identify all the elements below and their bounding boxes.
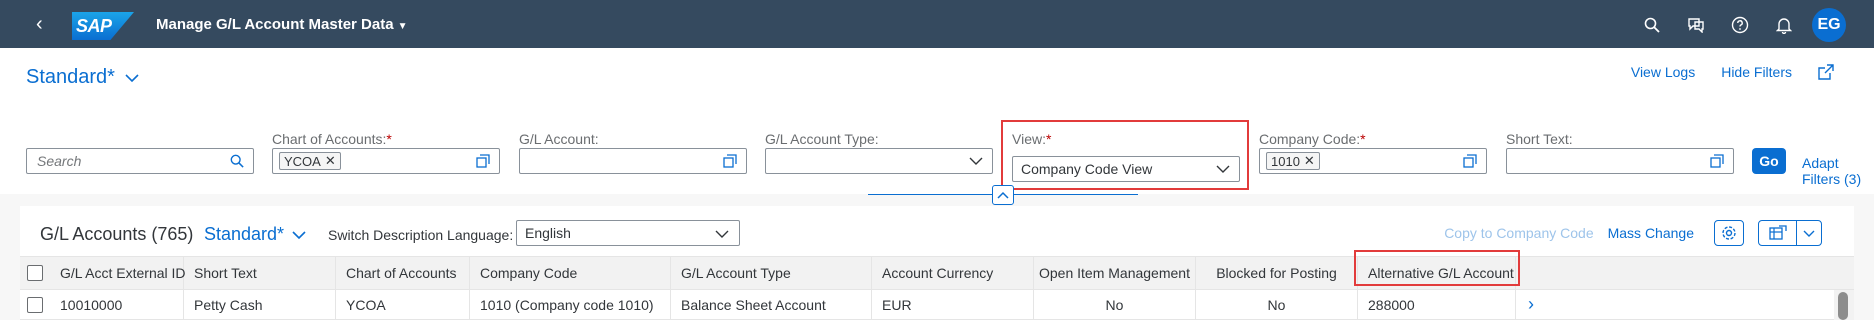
chevron-down-icon[interactable] (1215, 161, 1231, 177)
column-header[interactable]: Company Code (470, 257, 671, 289)
search-icon[interactable] (1630, 9, 1674, 41)
gl-account-type-label: G/L Account Type: (765, 131, 879, 147)
gl-account-type-select[interactable] (765, 148, 993, 174)
copy-to-company-code-button[interactable]: Copy to Company Code (1444, 225, 1593, 241)
short-text-field[interactable] (1506, 148, 1734, 174)
cell-currency: EUR (872, 290, 1034, 319)
shell-bar: ‹ SAP Manage G/L Account Master Data ▼ EG (0, 0, 1874, 48)
search-input[interactable]: Search (26, 148, 254, 174)
column-header[interactable]: G/L Account Type (671, 257, 872, 289)
table-toolbar-actions: Copy to Company Code Mass Change (1444, 220, 1854, 246)
column-header[interactable]: Short Text (184, 257, 336, 289)
adapt-filters-button[interactable]: Adapt Filters (3) (1802, 155, 1874, 187)
row-navigation-icon[interactable]: › (1516, 290, 1546, 319)
feedback-icon[interactable] (1674, 9, 1718, 41)
app-title-menu[interactable]: Manage G/L Account Master Data ▼ (156, 16, 407, 33)
cell-company-code: 1010 (Company code 1010) (470, 290, 671, 319)
hide-filters-link[interactable]: Hide Filters (1721, 64, 1792, 80)
switch-language-label: Switch Description Language: (328, 227, 514, 243)
chart-of-accounts-field[interactable]: YCOA ✕ (272, 148, 500, 174)
value-help-icon[interactable] (1462, 153, 1478, 169)
table-header-row: G/L Acct External ID Short Text Chart of… (20, 256, 1854, 290)
chart-of-accounts-token[interactable]: YCOA ✕ (279, 152, 341, 170)
column-header[interactable]: G/L Acct External ID (50, 257, 186, 289)
cell-gl-acct-id: 10010000 (50, 290, 184, 319)
chevron-up-icon (997, 191, 1009, 199)
chevron-down-icon[interactable] (968, 153, 984, 169)
cell-chart-of-accounts: YCOA (336, 290, 470, 319)
cell-account-type: Balance Sheet Account (671, 290, 872, 319)
view-label: View:* (1012, 131, 1052, 147)
language-select[interactable]: English (516, 220, 740, 246)
short-text-label: Short Text: (1506, 131, 1573, 147)
value-help-icon[interactable] (722, 153, 738, 169)
gear-icon (1722, 226, 1736, 240)
cell-short-text: Petty Cash (184, 290, 336, 319)
gl-accounts-table: G/L Accounts (765) Standard* Switch Desc… (20, 206, 1854, 320)
column-header[interactable]: Chart of Accounts (336, 257, 470, 289)
remove-token-icon[interactable]: ✕ (325, 153, 336, 169)
table-variant-selector[interactable]: Standard* (204, 224, 306, 245)
remove-token-icon[interactable]: ✕ (1304, 153, 1315, 169)
export-icon[interactable] (1759, 221, 1797, 245)
variant-selector[interactable]: Standard* (26, 66, 139, 89)
cell-blocked-for-posting: No (1196, 290, 1358, 319)
company-code-label: Company Code:* (1259, 131, 1366, 147)
user-avatar[interactable]: EG (1812, 8, 1846, 42)
sap-logo[interactable]: SAP (72, 12, 134, 40)
chevron-down-icon[interactable] (1797, 221, 1821, 245)
cell-alternative-gl-account: 288000 (1358, 290, 1516, 319)
cell-open-item-mgmt: No (1034, 290, 1196, 319)
column-header[interactable]: Open Item Management (1034, 257, 1196, 289)
view-select[interactable]: Company Code View (1012, 156, 1240, 182)
company-code-field[interactable]: 1010 ✕ (1259, 148, 1487, 174)
share-icon[interactable] (1818, 64, 1834, 80)
column-header[interactable]: Account Currency (872, 257, 1034, 289)
go-button[interactable]: Go (1752, 148, 1786, 174)
gl-account-field[interactable] (519, 148, 747, 174)
column-header[interactable]: Blocked for Posting (1196, 257, 1358, 289)
table-variant-name: Standard* (204, 224, 285, 244)
chevron-down-icon (715, 226, 729, 242)
caret-down-icon: ▼ (397, 21, 408, 32)
shell-actions: EG (1630, 8, 1846, 42)
search-icon[interactable] (229, 153, 245, 169)
column-header[interactable]: Alternative G/L Account (1358, 257, 1516, 289)
notifications-icon[interactable] (1762, 9, 1806, 41)
view-logs-link[interactable]: View Logs (1631, 64, 1695, 80)
help-icon[interactable] (1718, 9, 1762, 41)
header-links: View Logs Hide Filters (1631, 64, 1834, 80)
mass-change-button[interactable]: Mass Change (1608, 225, 1694, 241)
chart-of-accounts-label: Chart of Accounts:* (272, 131, 392, 147)
scrollbar-thumb[interactable] (1838, 292, 1848, 320)
row-checkbox[interactable] (20, 290, 50, 319)
value-help-icon[interactable] (1709, 153, 1725, 169)
chevron-down-icon (125, 73, 139, 82)
back-icon[interactable]: ‹ (36, 14, 43, 34)
chevron-down-icon (292, 230, 306, 239)
settings-button[interactable] (1714, 220, 1744, 246)
select-all-checkbox[interactable] (20, 257, 50, 289)
search-placeholder: Search (37, 153, 82, 169)
value-help-icon[interactable] (475, 153, 491, 169)
table-title: G/L Accounts (765) (40, 224, 194, 244)
collapse-header-button[interactable] (992, 185, 1014, 205)
table-row[interactable]: 10010000 Petty Cash YCOA 1010 (Company c… (20, 290, 1854, 320)
gl-account-label: G/L Account: (519, 131, 599, 147)
company-code-token[interactable]: 1010 ✕ (1266, 152, 1320, 170)
variant-name: Standard* (26, 66, 115, 88)
export-split-button[interactable] (1758, 220, 1822, 246)
app-title: Manage G/L Account Master Data (156, 16, 394, 33)
